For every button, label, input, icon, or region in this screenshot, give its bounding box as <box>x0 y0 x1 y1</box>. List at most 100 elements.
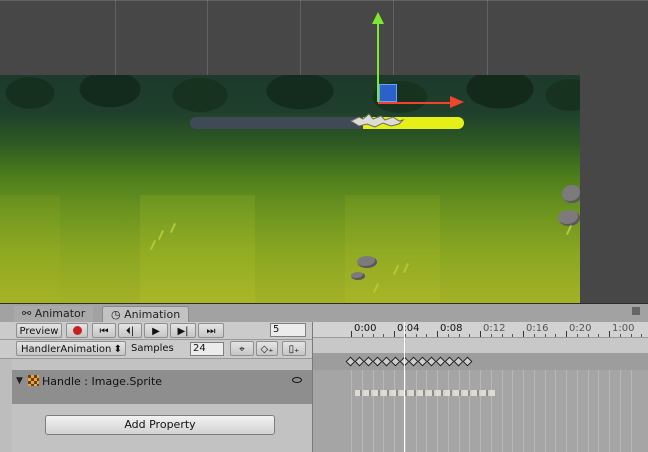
frame-gridline <box>394 370 395 452</box>
gizmo-x-axis[interactable] <box>378 102 452 104</box>
animation-toolbar: Preview ⏮ ⏴| ▶ ▶| ⏭ 5 <box>0 322 312 340</box>
gizmo-x-arrow-icon[interactable] <box>450 96 464 108</box>
last-keyframe-button[interactable]: ⏭ <box>198 323 224 338</box>
frame-gridline <box>609 370 610 452</box>
previous-keyframe-button[interactable]: ⏴| <box>118 323 142 338</box>
frame-gridline <box>416 370 417 452</box>
frame-gridline <box>555 370 556 452</box>
preview-label: Preview <box>19 326 59 337</box>
event-plus-icon: ▯₊ <box>288 344 300 355</box>
ruler-major-tick <box>566 331 567 337</box>
frame-gridline <box>373 370 374 452</box>
gizmo-y-arrow-icon[interactable] <box>372 12 384 24</box>
property-options-icon[interactable] <box>292 377 302 383</box>
rock <box>562 185 580 203</box>
keyframe-diamond[interactable] <box>462 356 473 367</box>
frame-gridline <box>566 370 567 452</box>
ruler-minor-tick <box>545 334 546 337</box>
ground-tile <box>0 195 60 303</box>
frame-gridline <box>405 370 406 452</box>
ruler-minor-tick <box>469 334 470 337</box>
ruler-minor-tick <box>588 334 589 337</box>
frame-gridline <box>588 370 589 452</box>
add-key-button[interactable]: ◇₊ <box>256 341 278 356</box>
scene-view[interactable] <box>0 0 648 303</box>
ruler-minor-tick <box>416 334 417 337</box>
event-row[interactable] <box>313 338 648 354</box>
ruler-minor-tick <box>577 334 578 337</box>
ruler-major-tick <box>394 331 395 337</box>
preview-button[interactable]: Preview <box>16 323 62 338</box>
tab-animator[interactable]: ⚯ Animator <box>14 306 94 323</box>
tick-label: 0:04 <box>397 323 420 334</box>
frame-gridline <box>437 370 438 452</box>
frame-gridline <box>631 370 632 452</box>
ruler-minor-tick <box>373 334 374 337</box>
ruler-minor-tick <box>426 334 427 337</box>
property-row[interactable]: ▼ Handle : Image.Sprite <box>12 370 312 404</box>
ruler-major-tick <box>523 331 524 337</box>
tab-label: Animation <box>124 308 181 321</box>
expand-arrow-icon[interactable]: ▼ <box>16 376 23 386</box>
diamond-plus-icon: ◇₊ <box>260 344 274 355</box>
frame-gridline <box>598 370 599 452</box>
step-back-icon: ⏴| <box>125 326 135 337</box>
tick-label: 0:00 <box>354 323 377 334</box>
ground-tile <box>345 195 440 303</box>
tick-label: 0:12 <box>483 323 506 334</box>
playhead[interactable] <box>404 322 405 452</box>
next-keyframe-button[interactable]: ▶| <box>170 323 196 338</box>
add-property-button[interactable]: Add Property <box>45 415 275 435</box>
summary-keyframe-row[interactable] <box>313 354 648 370</box>
add-event-button[interactable]: ▯₊ <box>282 341 306 356</box>
frame-gridline <box>534 370 535 452</box>
ruler-major-tick <box>480 331 481 337</box>
frame-gridline <box>459 370 460 452</box>
add-keyframe-button[interactable]: ⌖ <box>230 341 254 356</box>
time-ruler[interactable]: 0:00 0:04 0:08 0:12 0:16 0:20 1:00 <box>313 322 648 338</box>
skip-to-start-icon: ⏮ <box>99 326 109 337</box>
record-icon <box>72 326 82 335</box>
clock-icon: ◷ <box>111 308 125 321</box>
add-keyframe-icon: ⌖ <box>239 344 245 355</box>
samples-label: Samples <box>131 343 174 354</box>
ruler-minor-tick <box>631 334 632 337</box>
record-button[interactable] <box>66 323 88 338</box>
tab-label: Animator <box>34 307 86 320</box>
grass-tuft <box>565 225 573 235</box>
frame-gridline <box>448 370 449 452</box>
skip-to-end-icon: ⏭ <box>206 326 216 337</box>
ruler-minor-tick <box>459 334 460 337</box>
handle-sprite[interactable] <box>349 111 405 131</box>
dopesheet-timeline[interactable]: 0:00 0:04 0:08 0:12 0:16 0:20 1:00 <box>313 322 648 452</box>
tab-animation[interactable]: ◷ Animation <box>102 306 190 323</box>
current-frame-field[interactable]: 5 <box>270 323 306 337</box>
samples-field[interactable]: 24 <box>190 342 224 356</box>
clip-dropdown[interactable]: HandlerAnimation ⬍ <box>16 341 126 356</box>
play-button[interactable]: ▶ <box>144 323 168 338</box>
frame-gridline <box>351 370 352 452</box>
forest-treeline <box>0 75 580 145</box>
frame-gridline <box>620 370 621 452</box>
ruler-minor-tick <box>598 334 599 337</box>
gizmo-xy-plane-handle[interactable] <box>379 84 397 102</box>
frame-gridline <box>577 370 578 452</box>
sprite-keyframe-strip[interactable] <box>355 390 495 396</box>
frame-gridline <box>383 370 384 452</box>
image-component-icon <box>28 375 39 386</box>
first-keyframe-button[interactable]: ⏮ <box>92 323 116 338</box>
frame-gridline <box>523 370 524 452</box>
ruler-minor-tick <box>641 334 642 337</box>
game-background <box>0 75 580 303</box>
dropdown-arrow-icon: ⬍ <box>113 344 122 355</box>
property-label: Handle : Image.Sprite <box>42 375 163 388</box>
frame-gridline <box>469 370 470 452</box>
lock-icon[interactable] <box>632 307 640 315</box>
grid-line <box>0 0 648 1</box>
tick-label: 0:20 <box>569 323 592 334</box>
ruler-minor-tick <box>491 334 492 337</box>
ruler-minor-tick <box>448 334 449 337</box>
ruler-major-tick <box>437 331 438 337</box>
progress-bar[interactable] <box>190 117 464 129</box>
animator-icon: ⚯ <box>22 307 35 320</box>
